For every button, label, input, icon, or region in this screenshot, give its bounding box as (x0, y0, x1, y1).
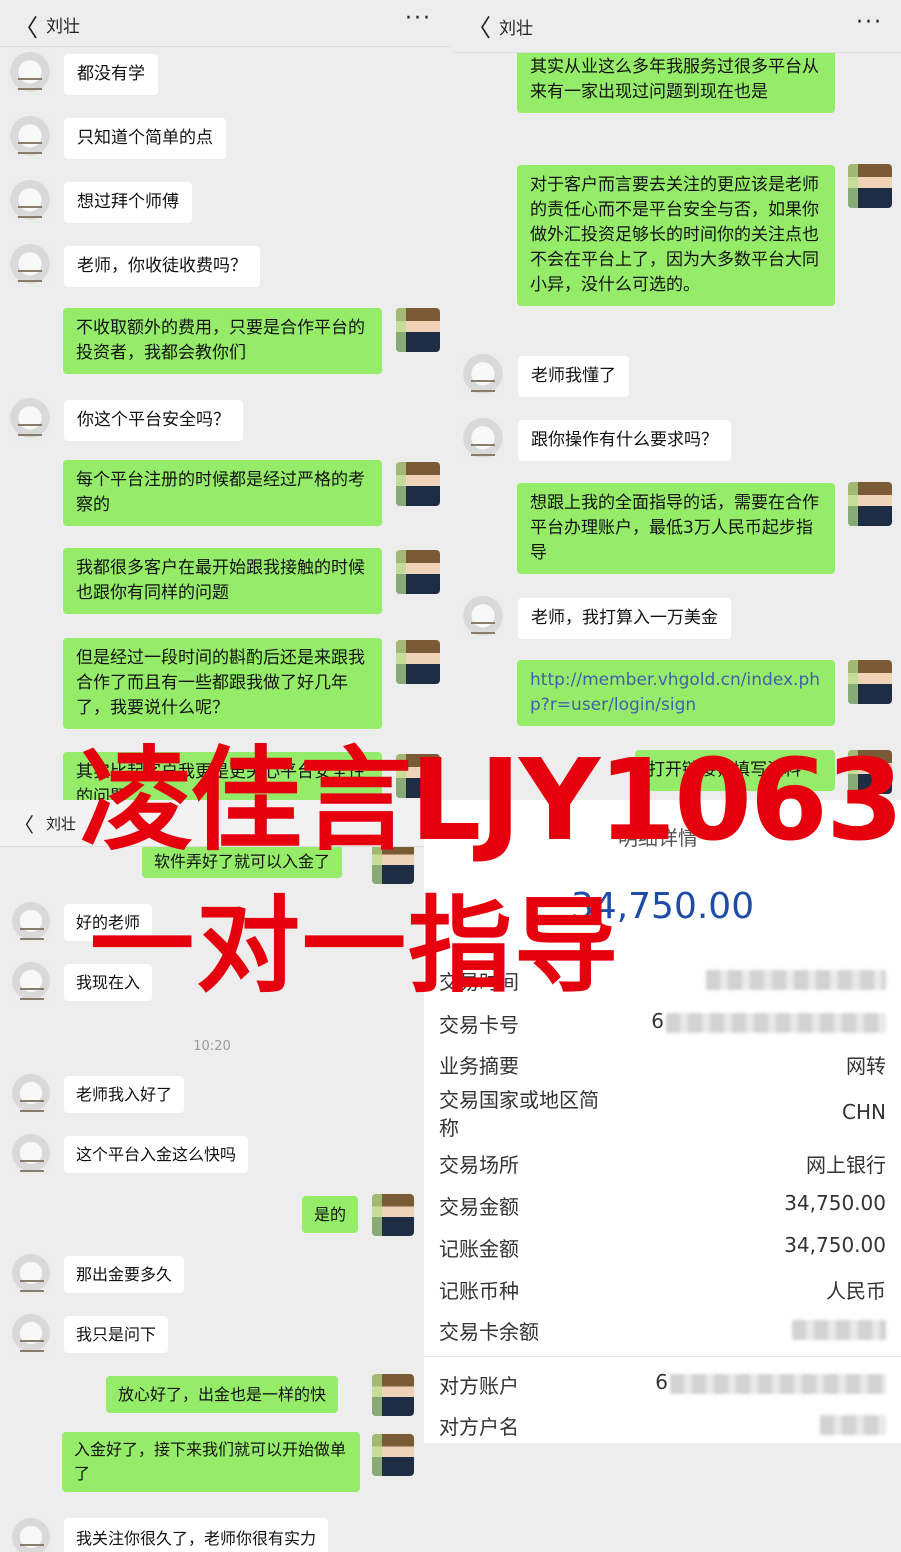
back-arrow-icon[interactable]: 〈 (14, 809, 34, 838)
contact-avatar[interactable] (10, 1254, 52, 1296)
my-avatar[interactable] (372, 1194, 414, 1236)
watermark-line-2: 一对一指导 (90, 885, 621, 1007)
message-bubble: 老师，你收徒收费吗？ (64, 246, 260, 287)
message-bubble: 老师，我打算入一万美金 (518, 598, 731, 639)
detail-label: 交易金额 (439, 1195, 519, 1219)
detail-value: 34,750.00 (784, 1191, 886, 1215)
message-timestamp: 10:20 (193, 1039, 231, 1054)
back-arrow-icon[interactable]: 〈 (14, 8, 38, 43)
message-bubble: 跟你操作有什么要求吗？ (518, 420, 731, 461)
contact-avatar[interactable] (10, 1134, 52, 1176)
blurred-value (792, 1320, 886, 1340)
footer-area (424, 1443, 901, 1552)
message-bubble: 每个平台注册的时候都是经过严格的考察的 (63, 460, 382, 526)
detail-value: 6 (651, 1009, 664, 1033)
message-bubble: 老师我入好了 (64, 1076, 185, 1113)
contact-avatar[interactable] (10, 962, 52, 1004)
contact-avatar[interactable] (8, 116, 52, 160)
chat-panel-top-left: 〈 刘壮 ··· 都没有学 只知道个简单的点 想过拜个师傅 老师，你收徒收费吗？… (0, 0, 450, 800)
contact-avatar[interactable] (10, 902, 52, 944)
contact-avatar[interactable] (461, 418, 505, 462)
message-bubble: 但是经过一段时间的斟酌后还是来跟我合作了而且有一些都跟我做了好几年了，我要说什么… (63, 638, 382, 729)
my-avatar[interactable] (396, 462, 440, 506)
detail-value: 人民币 (826, 1279, 886, 1303)
contact-avatar[interactable] (8, 244, 52, 288)
message-bubble: 放心好了，出金也是一样的快 (106, 1376, 339, 1413)
my-avatar[interactable] (848, 660, 892, 704)
chat-header: 〈 刘壮 ··· (0, 0, 450, 47)
my-avatar[interactable] (396, 308, 440, 352)
message-bubble: 对于客户而言要去关注的更应该是老师的责任心而不是平台安全与否，如果你做外汇投资足… (517, 165, 835, 306)
my-avatar[interactable] (372, 1374, 414, 1416)
blurred-value (666, 1013, 886, 1033)
blurred-value (706, 970, 886, 990)
link-message[interactable]: http://member.vhgold.cn/index.php?r=user… (517, 660, 835, 726)
message-list: 时间越影响到我的客户无法盈利，但是其实从业这么多年我服务过很多平台从来有一家出现… (453, 22, 901, 800)
contact-avatar[interactable] (10, 1314, 52, 1356)
contact-name: 刘壮 (499, 19, 533, 39)
message-bubble: 这个平台入金这么快吗 (64, 1136, 249, 1173)
detail-label: 记账币种 (439, 1279, 519, 1303)
watermark-line-1: 凌佳言LJY1063 (80, 736, 901, 866)
contact-avatar[interactable] (8, 180, 52, 224)
my-avatar[interactable] (396, 550, 440, 594)
detail-value: 6 (655, 1370, 668, 1394)
my-avatar[interactable] (372, 1434, 414, 1476)
my-avatar[interactable] (848, 482, 892, 526)
detail-label: 交易卡号 (439, 1013, 519, 1037)
detail-value: 网转 (846, 1054, 886, 1078)
message-bubble: 我关注你很久了，老师你很有实力 (64, 1518, 329, 1552)
message-bubble: 不收取额外的费用，只要是合作平台的投资者，我都会教你们 (63, 308, 382, 374)
message-list: 都没有学 只知道个简单的点 想过拜个师傅 老师，你收徒收费吗？ 不收取额外的费用… (0, 46, 450, 800)
detail-label: 对方户名 (439, 1415, 519, 1439)
detail-value: 网上银行 (806, 1153, 886, 1177)
contact-avatar[interactable] (461, 596, 505, 640)
contact-avatar[interactable] (8, 52, 52, 96)
contact-avatar[interactable] (10, 1074, 52, 1116)
contact-name: 刘壮 (46, 815, 77, 833)
detail-value: CHN (842, 1100, 886, 1124)
message-bubble: 只知道个简单的点 (64, 118, 226, 159)
detail-label: 交易场所 (439, 1153, 519, 1177)
detail-row: 交易国家或地区简称 CHN (439, 1086, 886, 1142)
my-avatar[interactable] (396, 640, 440, 684)
more-options-icon[interactable]: ··· (405, 6, 432, 31)
contact-avatar[interactable] (8, 398, 52, 442)
more-options-icon[interactable]: ··· (856, 10, 883, 35)
message-bubble: 老师我懂了 (518, 356, 629, 397)
detail-label: 交易国家或地区简称 (439, 1088, 599, 1140)
message-bubble: 我都很多客户在最开始跟我接触的时候也跟你有同样的问题 (63, 548, 382, 614)
detail-label: 业务摘要 (439, 1054, 519, 1078)
message-bubble: 想过拜个师傅 (64, 182, 192, 223)
message-bubble: 是的 (302, 1196, 359, 1233)
detail-label: 交易卡余额 (439, 1320, 539, 1344)
chat-panel-top-right: 〈 刘壮 ··· 时间越影响到我的客户无法盈利，但是其实从业这么多年我服务过很多… (453, 0, 901, 800)
divider (424, 1356, 901, 1357)
message-bubble: 想跟上我的全面指导的话，需要在合作平台办理账户，最低3万人民币起步指导 (517, 483, 835, 574)
detail-value: 34,750.00 (784, 1233, 886, 1257)
message-bubble: 入金好了，接下来我们就可以开始做单了 (62, 1432, 360, 1492)
message-bubble: 那出金要多久 (64, 1256, 185, 1293)
contact-avatar[interactable] (10, 1518, 52, 1552)
blurred-value (670, 1374, 886, 1394)
message-bubble: 你这个平台安全吗？ (64, 400, 243, 441)
contact-name: 刘壮 (46, 17, 80, 37)
my-avatar[interactable] (848, 164, 892, 208)
blurred-value (820, 1415, 886, 1435)
detail-label: 对方账户 (439, 1374, 519, 1398)
message-bubble: 都没有学 (64, 54, 158, 95)
chat-header: 〈 刘壮 ··· (453, 0, 901, 53)
contact-avatar[interactable] (461, 354, 505, 398)
detail-label: 记账金额 (439, 1237, 519, 1261)
back-arrow-icon[interactable]: 〈 (467, 8, 491, 43)
message-bubble: 我只是问下 (64, 1316, 169, 1353)
